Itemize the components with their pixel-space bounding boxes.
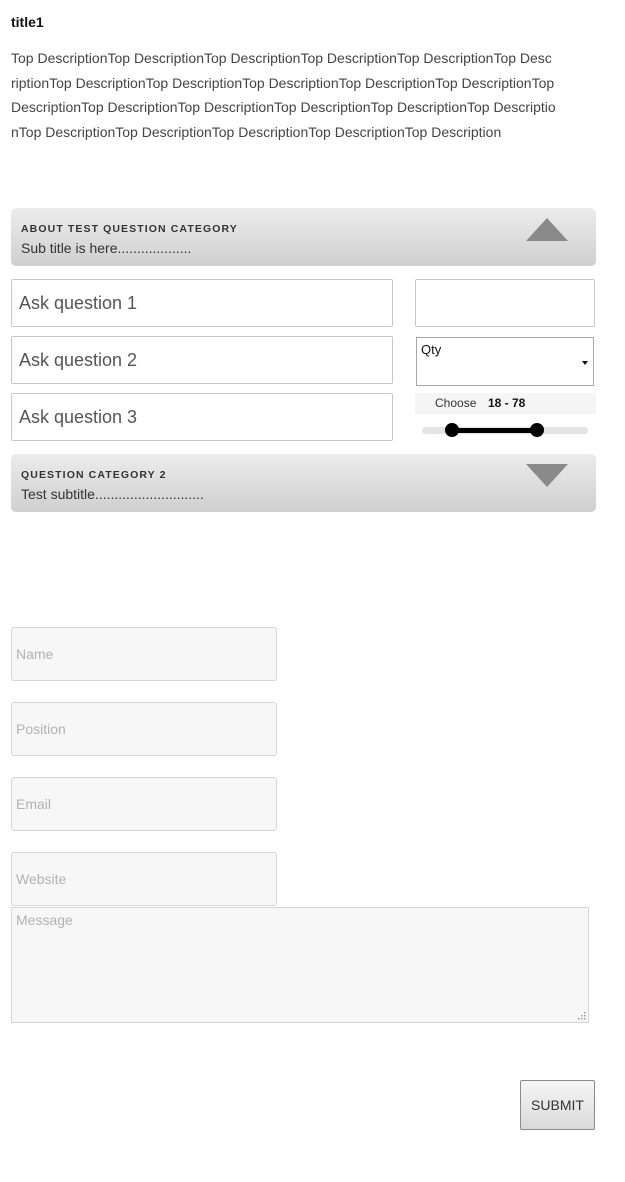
category-2-subtitle: Test subtitle...........................…: [21, 486, 204, 502]
triangle-down-icon[interactable]: [526, 464, 568, 487]
question-3-input[interactable]: [11, 393, 393, 441]
range-slider: Choose 18 - 78: [415, 393, 596, 441]
position-field[interactable]: [11, 702, 277, 756]
name-field[interactable]: [11, 627, 277, 681]
page: title1 Top DescriptionTop DescriptionTop…: [0, 0, 625, 1182]
triangle-up-icon[interactable]: [526, 218, 568, 241]
email-field[interactable]: [11, 777, 277, 831]
resize-grip-icon[interactable]: [576, 1010, 587, 1021]
question-1-input[interactable]: [11, 279, 393, 327]
page-description: Top DescriptionTop DescriptionTop Descri…: [11, 50, 556, 140]
category-1-subtitle: Sub title is here...................: [21, 240, 192, 256]
range-fill: [451, 428, 537, 433]
submit-button[interactable]: SUBMIT: [520, 1080, 595, 1130]
range-handle-max[interactable]: [529, 423, 544, 437]
qty-select-value: Qty: [421, 342, 442, 357]
question-2-input[interactable]: [11, 336, 393, 384]
category-1-header[interactable]: ABOUT TEST QUESTION CATEGORY Sub title i…: [11, 208, 596, 266]
page-title: title1: [11, 14, 44, 30]
answer-input[interactable]: [415, 279, 595, 327]
category-1-title: ABOUT TEST QUESTION CATEGORY: [21, 223, 238, 235]
qty-select[interactable]: Qty: [416, 337, 594, 386]
category-2-title: QUESTION CATEGORY 2: [21, 469, 167, 481]
range-handle-min[interactable]: [444, 423, 459, 437]
range-label: Choose: [435, 396, 477, 410]
website-field[interactable]: [11, 852, 277, 906]
range-values: 18 - 78: [488, 396, 526, 410]
dropdown-arrow-icon: [582, 361, 588, 365]
message-field[interactable]: [11, 907, 589, 1023]
category-2-header[interactable]: QUESTION CATEGORY 2 Test subtitle.......…: [11, 454, 596, 512]
